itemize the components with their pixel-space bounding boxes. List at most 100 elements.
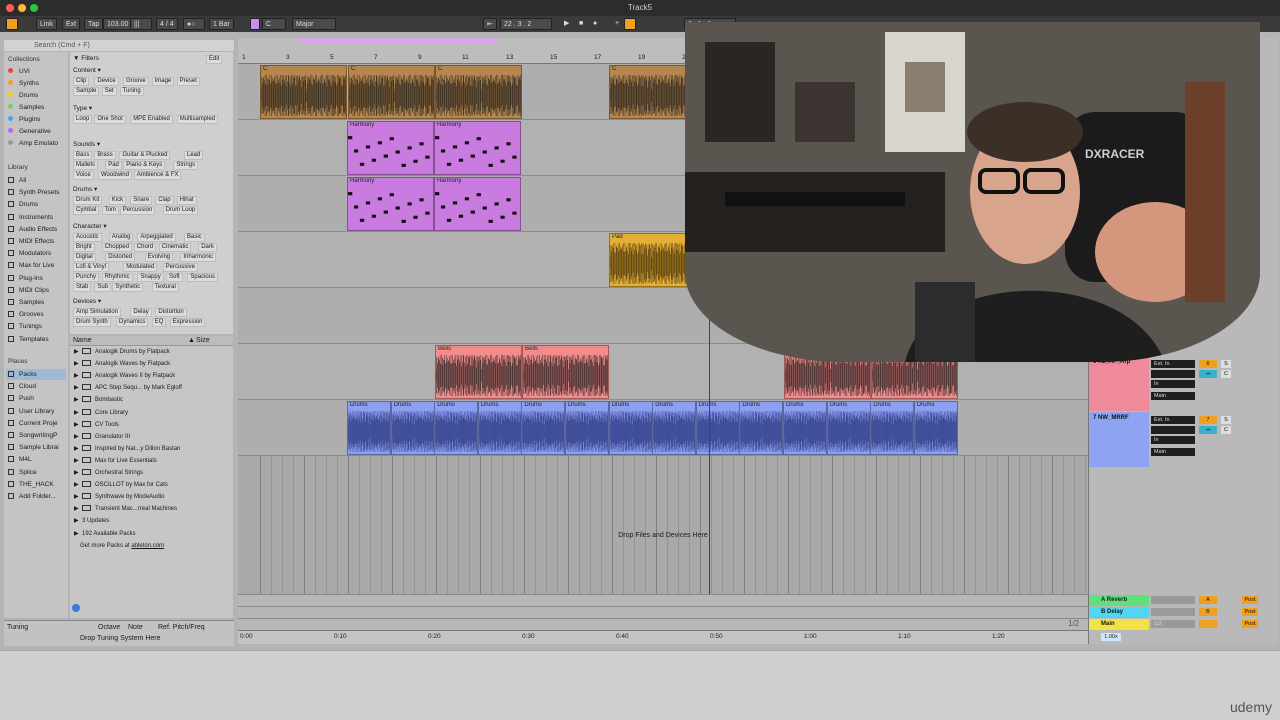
filter-tag-bass[interactable]: Bass xyxy=(73,151,93,160)
expand-arrow-icon[interactable]: ▶ xyxy=(74,394,82,406)
filter-tag-cinematic[interactable]: Cinematic xyxy=(158,243,192,252)
place-push[interactable]: Push xyxy=(8,393,34,404)
harmony-clip[interactable]: Harmony xyxy=(347,121,434,175)
expand-arrow-icon[interactable]: ▶ xyxy=(74,455,82,467)
filter-tag-snare[interactable]: Snare xyxy=(130,196,153,205)
filter-tag-chord[interactable]: Chord xyxy=(133,243,157,252)
sort-arrow-icon[interactable]: ▲ xyxy=(188,337,195,344)
drums-clip[interactable]: Drums xyxy=(739,401,784,455)
pack-item[interactable]: ▶ 192 Available Packs xyxy=(74,528,136,540)
quantize-menu[interactable]: 1 Bar xyxy=(209,18,234,30)
return-routing[interactable] xyxy=(1151,608,1195,616)
expand-arrow-icon[interactable]: ▶ xyxy=(74,407,82,419)
drums-clip[interactable]: Drums xyxy=(783,401,827,455)
stop-icon[interactable]: ■ xyxy=(576,18,586,30)
place-sample-librai[interactable]: Sample Librai xyxy=(8,442,59,453)
filter-tag-clip[interactable]: Clip xyxy=(73,77,90,86)
drums-clip[interactable]: Drums xyxy=(826,401,871,455)
pack-item[interactable]: ▶ APC Step Sequ... by Mark Egloff xyxy=(74,382,182,394)
expand-arrow-icon[interactable]: ▶ xyxy=(74,491,82,503)
chord-clip[interactable]: C xyxy=(260,65,347,119)
filter-tag-modulated[interactable]: Modulated xyxy=(123,263,158,272)
post-button[interactable]: Post xyxy=(1242,608,1258,616)
return-track-a-reverb[interactable]: A Reverb xyxy=(1089,595,1149,606)
filter-tag-sub[interactable]: Sub xyxy=(94,283,112,292)
harmony-clip[interactable]: Harmony xyxy=(434,177,521,231)
drums-clip[interactable]: Drums xyxy=(347,401,391,455)
place-m4l[interactable]: M4L xyxy=(8,454,32,465)
filter-heading-sounds[interactable]: Sounds ▾ xyxy=(73,140,100,148)
track-activator[interactable]: 6 xyxy=(1199,360,1217,368)
bells-clip[interactable]: Bells xyxy=(435,345,522,399)
library-drums[interactable]: Drums xyxy=(8,199,38,210)
drums-clip[interactable]: Drums xyxy=(434,401,479,455)
filter-heading-content[interactable]: Content ▾ xyxy=(73,66,101,74)
pack-item[interactable]: ▶ 3 Updates xyxy=(74,515,109,527)
library-midi-effects[interactable]: MIDI Effects xyxy=(8,236,54,247)
filter-tag-sample[interactable]: Sample xyxy=(73,87,100,96)
filter-tag-textural[interactable]: Textural xyxy=(151,283,179,292)
pack-item[interactable]: ▶ Granulator III xyxy=(74,431,130,443)
place-cloud[interactable]: Cloud xyxy=(8,381,36,392)
filter-tag-strings[interactable]: Strings xyxy=(173,161,199,170)
filter-tag-multisampled[interactable]: Multisampled xyxy=(176,115,219,124)
more-packs-link[interactable]: Get more Packs at ableton.com xyxy=(80,540,164,552)
routing-selector[interactable] xyxy=(1151,370,1195,378)
metronome-nudge-icon[interactable]: ||| xyxy=(130,18,152,30)
expand-arrow-icon[interactable]: ▶ xyxy=(74,358,82,370)
routing-selector[interactable]: In xyxy=(1151,380,1195,388)
filter-tag-distortion[interactable]: Distortion xyxy=(155,308,187,317)
place-songwritingp[interactable]: SongwritingP xyxy=(8,430,57,441)
filter-tag-punchy[interactable]: Punchy xyxy=(73,273,100,282)
link-button[interactable]: Link xyxy=(36,18,57,30)
library-all[interactable]: All xyxy=(8,175,26,186)
expand-arrow-icon[interactable]: ▶ xyxy=(74,431,82,443)
place-current-proje[interactable]: Current Proje xyxy=(8,418,58,429)
metronome-icon[interactable]: ●○ xyxy=(183,18,205,30)
harmony-clip[interactable]: Harmony xyxy=(347,177,434,231)
library-plug-ins[interactable]: Plug-Ins xyxy=(8,273,43,284)
collection-amp-emulato[interactable]: Amp Emulato xyxy=(8,138,58,149)
edit-filters-button[interactable]: Edit xyxy=(206,55,223,64)
filter-tag-basic[interactable]: Basic xyxy=(184,233,205,242)
tuning-drop-zone[interactable]: Drop Tuning System Here xyxy=(80,635,161,642)
filter-tag-drum-loop[interactable]: Drum Loop xyxy=(162,206,199,215)
library-synth-presets[interactable]: Synth Presets xyxy=(8,187,59,198)
pack-item[interactable]: ▶ Analogik Drums by Flatpack xyxy=(74,346,170,358)
filter-tag-inharmonic[interactable]: Inharmonic xyxy=(180,253,217,262)
filter-tag-acoustic[interactable]: Acoustic xyxy=(73,233,102,242)
library-midi-clips[interactable]: MIDI Clips xyxy=(8,285,49,296)
drums-clip[interactable]: Drums xyxy=(652,401,697,455)
collection-plugins[interactable]: Plugins xyxy=(8,114,40,125)
pack-item[interactable]: ▶ Max for Live Essentials xyxy=(74,455,157,467)
routing-selector[interactable]: Main xyxy=(1151,448,1195,456)
filter-tag-bright[interactable]: Bright xyxy=(73,243,95,252)
pan-field[interactable]: C xyxy=(1221,426,1231,434)
routing-selector[interactable]: Ext. In xyxy=(1151,416,1195,424)
pack-item[interactable]: ▶ Synthwave by ModeAudio xyxy=(74,491,164,503)
place-user-library[interactable]: User Library xyxy=(8,406,54,417)
track-activator[interactable]: 7 xyxy=(1199,416,1217,424)
main-lane[interactable] xyxy=(238,618,1088,630)
filter-tag-snappy[interactable]: Snappy xyxy=(137,273,164,282)
return-routing[interactable]: 1/2 xyxy=(1151,620,1195,628)
library-grooves[interactable]: Grooves xyxy=(8,309,44,320)
key-selector[interactable]: C xyxy=(262,18,286,30)
place-splice[interactable]: Splice xyxy=(8,467,37,478)
collection-generative[interactable]: Generative xyxy=(8,126,51,137)
collection-samples[interactable]: Samples xyxy=(8,102,44,113)
drums-clip[interactable]: Drums xyxy=(913,401,958,455)
place-the-hack[interactable]: THE_HACK xyxy=(8,479,54,490)
harmony-clip[interactable]: Harmony xyxy=(434,121,521,175)
return-track-main[interactable]: Main xyxy=(1089,619,1149,630)
filter-tag-eq[interactable]: EQ xyxy=(151,318,167,327)
filter-tag-tuning[interactable]: Tuning xyxy=(119,87,144,96)
pack-item[interactable]: ▶ Inspired by Nat...y Dillon Bastan xyxy=(74,443,180,455)
place-add-folder[interactable]: Add Folder... xyxy=(8,491,56,502)
filter-tag-lofi-vinyl[interactable]: Lofi & Vinyl xyxy=(73,263,109,272)
filter-tag-distorted[interactable]: Distorted xyxy=(105,253,136,262)
pack-item[interactable]: ▶ OSCiLLOT by Max for Cats xyxy=(74,479,168,491)
drums-clip[interactable]: Drums xyxy=(521,401,566,455)
filter-tag-woodwind[interactable]: Woodwind xyxy=(98,171,132,180)
filter-heading-type[interactable]: Type ▾ xyxy=(73,104,92,112)
